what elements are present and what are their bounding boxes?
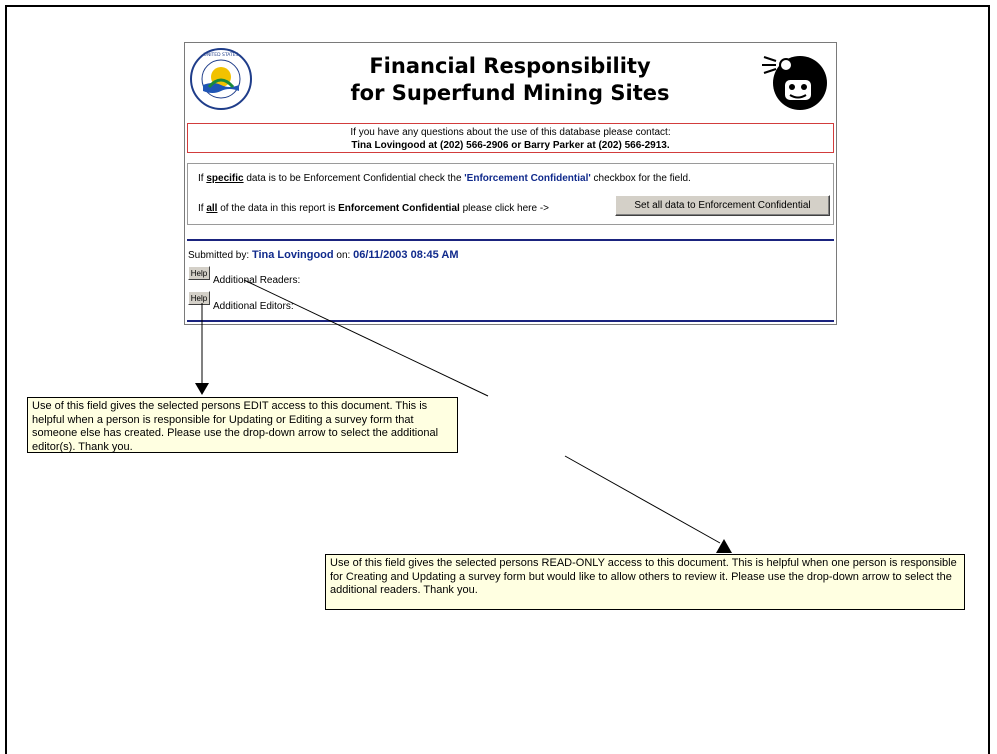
enforcement-confidential-term: 'Enforcement Confidential' [464, 173, 591, 184]
document-panel: UNITED STATES Financial Responsibility f… [184, 42, 837, 325]
additional-editors-label: Additional Editors: [213, 301, 294, 312]
submitter-name: Tina Lovingood [251, 249, 334, 261]
editors-help-button[interactable]: Help [188, 291, 210, 305]
svg-text:UNITED STATES: UNITED STATES [204, 52, 239, 58]
readers-help-callout: Use of this field gives the selected per… [325, 554, 965, 610]
specific-confidential-instruction: If specific data is to be Enforcement Co… [198, 173, 691, 184]
title-line-1: Financial Responsibility [369, 54, 651, 78]
contact-notice: If you have any questions about the use … [187, 123, 834, 153]
submission-datetime: 06/11/2003 08:45 AM [353, 249, 459, 261]
specific-emphasis: specific [206, 173, 244, 184]
miner-mascot-icon [762, 56, 827, 110]
editors-help-callout: Use of this field gives the selected per… [27, 397, 458, 453]
readers-help-button[interactable]: Help [188, 266, 210, 280]
enforcement-confidential-section: If specific data is to be Enforcement Co… [187, 163, 834, 225]
contact-line: If you have any questions about the use … [350, 127, 671, 138]
all-confidential-instruction: If all of the data in this report is Enf… [198, 203, 550, 214]
submission-info: Submitted by: Tina Lovingood on: 06/11/2… [188, 249, 459, 261]
contact-names: Tina Lovingood at (202) 566-2906 or Barr… [351, 140, 670, 151]
page-title: Financial Responsibility for Superfund M… [305, 53, 715, 107]
title-line-2: for Superfund Mining Sites [350, 81, 670, 105]
epa-seal-icon: UNITED STATES [190, 48, 252, 110]
section-divider-top [187, 239, 834, 241]
set-all-confidential-button[interactable]: Set all data to Enforcement Confidential [615, 195, 830, 216]
additional-readers-label: Additional Readers: [213, 275, 301, 286]
all-emphasis: all [206, 203, 218, 214]
section-divider-bottom [187, 320, 834, 322]
